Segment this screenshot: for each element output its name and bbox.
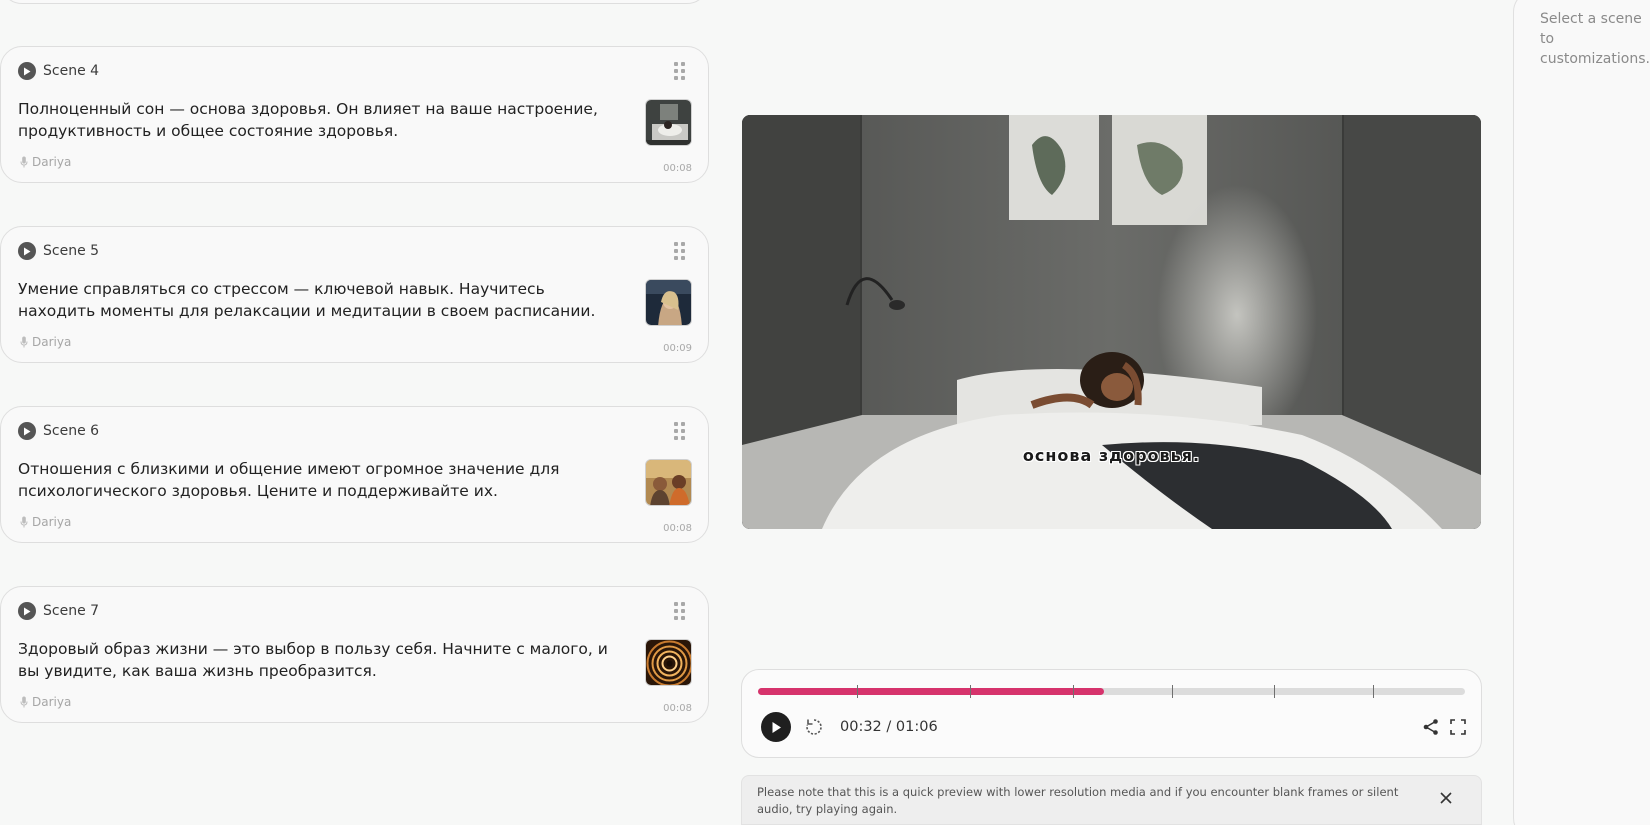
close-icon [1440, 792, 1452, 804]
scene-marker [856, 685, 858, 698]
scene-duration: 00:08 [663, 163, 692, 174]
scene-card[interactable]: Scene 7 Здоровый образ жизни — это выбор… [0, 586, 709, 723]
scene-duration: 00:08 [663, 703, 692, 714]
voice-selector[interactable]: Dariya [20, 155, 71, 169]
scene-script-text[interactable]: Полноценный сон — основа здоровья. Он вл… [18, 98, 618, 142]
scene-duration: 00:09 [663, 343, 692, 354]
scene-marker [1171, 685, 1173, 698]
scene-title: Scene 7 [43, 603, 100, 619]
scene-title: Scene 6 [43, 423, 100, 439]
progress-fill [758, 688, 1105, 695]
editor-app: Scene 4 Полноценный сон — основа здоровь… [0, 0, 1650, 825]
customization-hint: Select a scene to customizations. [1540, 11, 1650, 67]
woman-in-bed-video-frame [742, 115, 1481, 529]
customization-panel: Select a scene to customizations. [1513, 0, 1650, 825]
notice-text: Please note that this is a quick preview… [757, 785, 1399, 816]
player-controls: 00:32 / 01:06 [741, 669, 1482, 758]
abstract-rings-thumbnail[interactable] [645, 639, 692, 686]
drag-handle-icon[interactable] [674, 242, 686, 260]
scene-duration: 00:08 [663, 523, 692, 534]
scene-script-text[interactable]: Здоровый образ жизни — это выбор в польз… [18, 638, 618, 682]
fullscreen-button[interactable] [1450, 719, 1466, 735]
scene-marker [1274, 685, 1276, 698]
voice-selector[interactable]: Dariya [20, 335, 71, 349]
voice-name: Dariya [32, 335, 72, 349]
voice-name: Dariya [32, 695, 72, 709]
friends-thumbnail[interactable] [645, 459, 692, 506]
scene-card-partial[interactable] [0, 0, 709, 4]
scene-script-text[interactable]: Умение справляться со стрессом — ключево… [18, 278, 618, 322]
scene-card[interactable]: Scene 5 Умение справляться со стрессом —… [0, 226, 709, 363]
voice-selector[interactable]: Dariya [20, 695, 71, 709]
microphone-icon [20, 516, 28, 528]
voice-selector[interactable]: Dariya [20, 515, 71, 529]
play-button[interactable] [761, 712, 791, 742]
play-scene-icon[interactable] [18, 242, 36, 260]
drag-handle-icon[interactable] [674, 62, 686, 80]
replay-icon [806, 719, 822, 735]
scene-title: Scene 4 [43, 63, 100, 79]
scene-card[interactable]: Scene 4 Полноценный сон — основа здоровь… [0, 46, 709, 183]
replay-button[interactable] [804, 717, 824, 737]
time-readout: 00:32 / 01:06 [840, 719, 938, 735]
microphone-icon [20, 156, 28, 168]
microphone-icon [20, 696, 28, 708]
close-notice-button[interactable] [1439, 790, 1453, 804]
scene-card[interactable]: Scene 6 Отношения с близкими и общение и… [0, 406, 709, 543]
scene-header: Scene 7 [18, 601, 99, 621]
play-scene-icon[interactable] [18, 602, 36, 620]
play-icon [772, 721, 781, 733]
scene-list: Scene 4 Полноценный сон — основа здоровь… [0, 0, 710, 825]
video-subtitle: основа здоровья. [1022, 446, 1201, 465]
scene-marker [970, 685, 972, 698]
scene-header: Scene 5 [18, 241, 99, 261]
drag-handle-icon[interactable] [674, 602, 686, 620]
scene-header: Scene 6 [18, 421, 99, 441]
video-preview[interactable]: основа здоровья. [742, 115, 1481, 529]
preview-notice: Please note that this is a quick preview… [741, 775, 1482, 825]
scene-marker [1072, 685, 1074, 698]
drag-handle-icon[interactable] [674, 422, 686, 440]
share-button[interactable] [1422, 718, 1440, 736]
scene-script-text[interactable]: Отношения с близкими и общение имеют огр… [18, 458, 618, 502]
share-icon [1423, 719, 1438, 735]
voice-name: Dariya [32, 515, 72, 529]
scene-marker [1373, 685, 1375, 698]
play-scene-icon[interactable] [18, 62, 36, 80]
fullscreen-icon [1450, 719, 1466, 735]
play-scene-icon[interactable] [18, 422, 36, 440]
scene-header: Scene 4 [18, 61, 99, 81]
bedroom-thumbnail[interactable] [645, 99, 692, 146]
microphone-icon [20, 336, 28, 348]
progress-bar[interactable] [758, 685, 1465, 698]
voice-name: Dariya [32, 155, 72, 169]
scene-title: Scene 5 [43, 243, 100, 259]
woman-in-car-thumbnail[interactable] [645, 279, 692, 326]
